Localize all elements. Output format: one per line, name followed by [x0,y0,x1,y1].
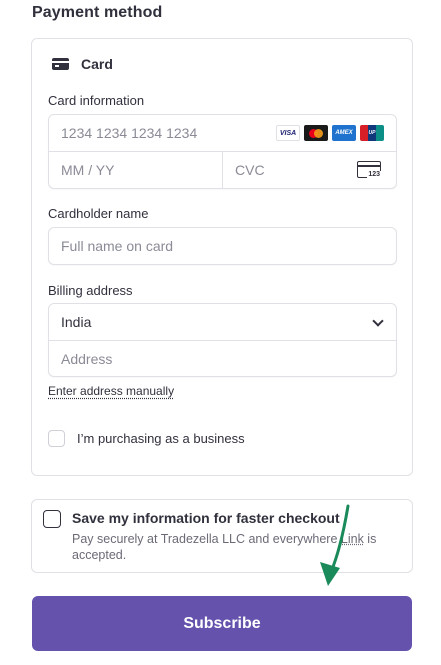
enter-address-manually-link[interactable]: Enter address manually [48,384,174,398]
payment-method-title: Payment method [32,4,163,21]
business-checkbox-label: I’m purchasing as a business [77,431,245,446]
address-field[interactable]: Address [49,340,396,376]
card-cvc-field[interactable]: CVC 123 [222,152,396,188]
card-expiry-placeholder: MM / YY [61,162,115,178]
credit-card-icon [52,58,69,70]
address-placeholder: Address [61,350,113,367]
visa-icon: VISA [276,125,300,141]
business-purchase-option[interactable]: I’m purchasing as a business [48,430,245,447]
subscribe-button[interactable]: Subscribe [32,596,412,651]
country-select[interactable]: India [49,304,396,340]
card-cvc-placeholder: CVC [235,162,265,178]
card-information-group: 1234 1234 1234 1234 VISA AMEX UP MM / YY… [48,114,397,189]
card-brand-icons: VISA AMEX UP [276,125,384,141]
card-information-label: Card information [48,93,145,108]
country-value: India [61,314,92,330]
save-info-checkbox[interactable] [43,510,61,528]
mastercard-icon [304,125,328,141]
card-number-placeholder: 1234 1234 1234 1234 [61,125,198,141]
amex-icon: AMEX [332,125,356,141]
billing-address-group: India Address [48,303,397,377]
payment-method-tab-card[interactable]: Card [52,56,113,72]
cardholder-name-placeholder: Full name on card [61,238,174,254]
card-payment-panel: Card Card information 1234 1234 1234 123… [31,38,413,476]
billing-address-label: Billing address [48,283,133,298]
business-checkbox[interactable] [48,430,65,447]
cvc-card-icon: 123 [357,161,381,179]
chevron-down-icon [372,315,384,327]
payment-method-label: Card [81,56,113,72]
card-number-field[interactable]: 1234 1234 1234 1234 VISA AMEX UP [49,115,396,151]
annotation-arrow-icon [320,504,350,586]
card-expiry-field[interactable]: MM / YY [49,152,222,188]
unionpay-icon: UP [360,125,384,141]
cardholder-name-label: Cardholder name [48,206,149,221]
card-expiry-cvc-row: MM / YY CVC 123 [49,151,396,188]
cardholder-name-field[interactable]: Full name on card [48,227,397,265]
